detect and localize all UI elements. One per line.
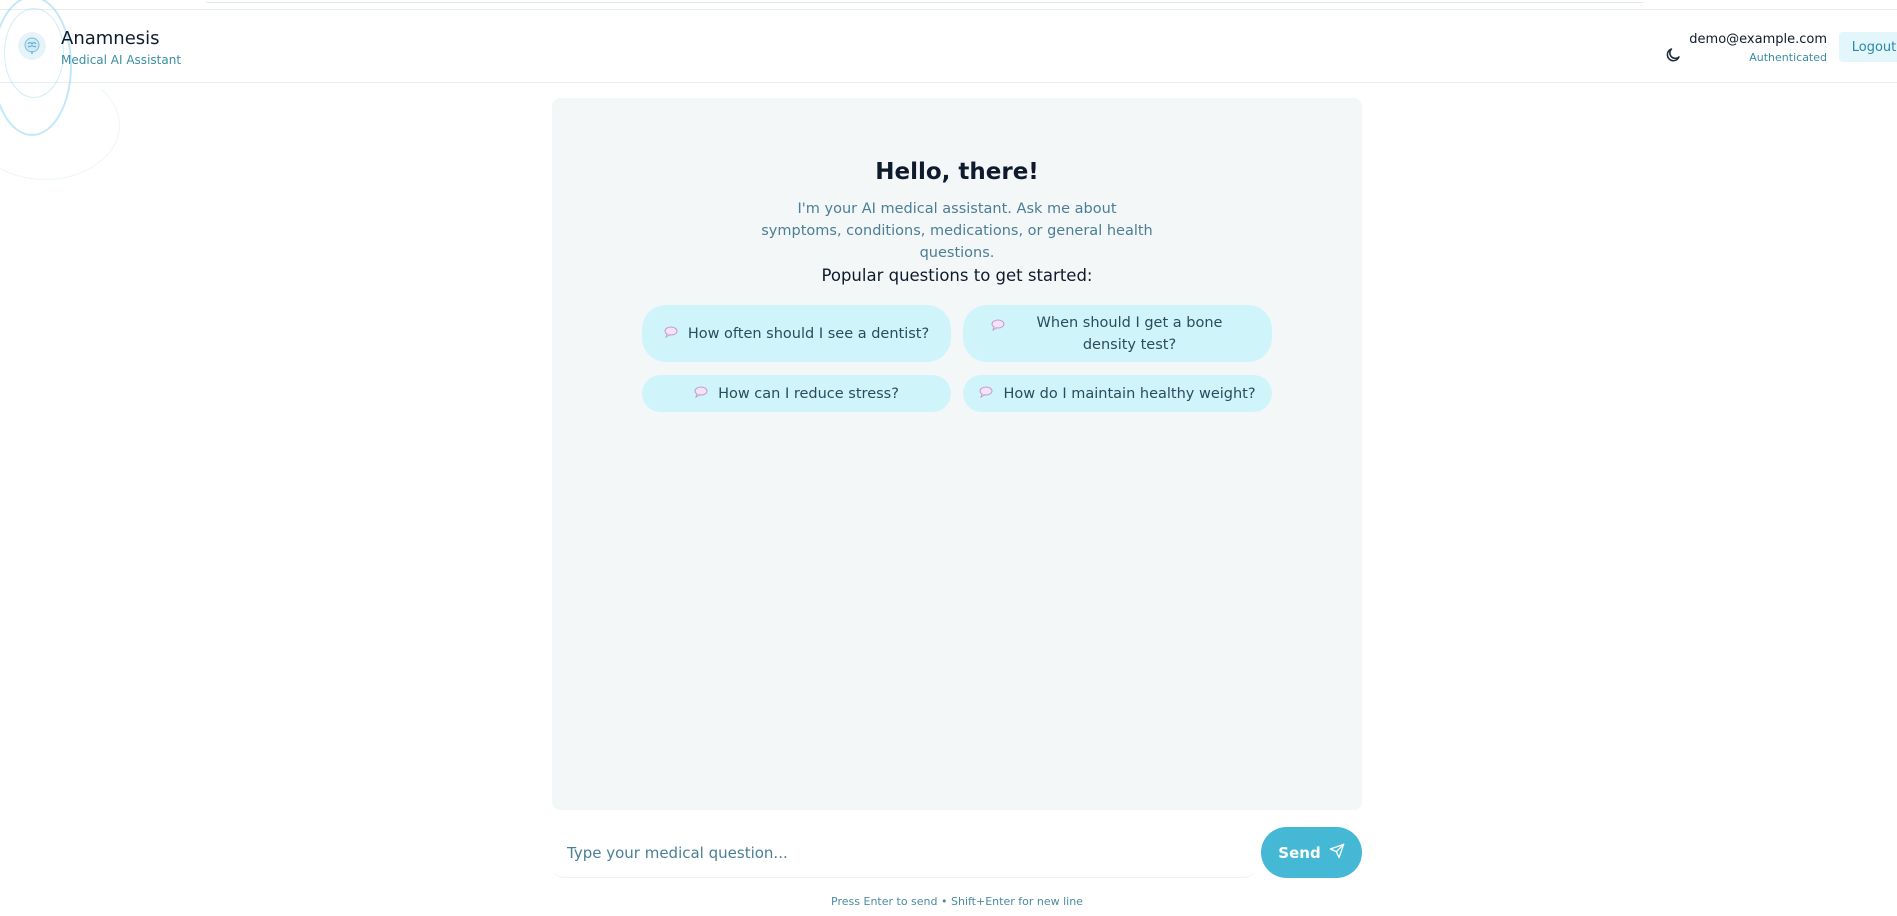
suggestion-chip[interactable]: When should I get a bone density test? [963, 305, 1272, 362]
suggestion-label: When should I get a bone density test? [1036, 314, 1223, 353]
welcome-intro: I'm your AI medical assistant. Ask me ab… [761, 201, 1153, 261]
welcome-greeting: Hello, there! [875, 159, 1039, 185]
send-icon [1329, 843, 1345, 863]
brand-decoration [0, 70, 120, 180]
message-input[interactable] [552, 828, 1256, 878]
suggestion-label: How do I maintain healthy weight? [1003, 385, 1256, 402]
send-label: Send [1278, 843, 1321, 862]
popular-questions-title: Popular questions to get started: [821, 266, 1093, 285]
speech-bubble-icon [991, 316, 1005, 338]
suggestion-chip[interactable]: How do I maintain healthy weight? [963, 375, 1272, 412]
top-strip-edge [205, 0, 1645, 3]
brain-icon [18, 32, 46, 60]
message-composer [552, 828, 1256, 878]
chat-panel: Hello, there! I'm your AI medical assist… [552, 98, 1362, 810]
suggestion-chip[interactable]: How often should I see a dentist? [642, 305, 951, 362]
app-header: Anamnesis Medical AI Assistant demo@exam… [0, 0, 1897, 180]
app-name: Anamnesis [61, 28, 160, 49]
suggestion-label: How can I reduce stress? [718, 385, 899, 402]
send-button[interactable]: Send [1261, 827, 1362, 878]
app-subtitle: Medical AI Assistant [61, 53, 182, 67]
speech-bubble-icon [979, 383, 993, 405]
auth-status: Authenticated [1749, 51, 1827, 64]
suggestion-label: How often should I see a dentist? [687, 325, 930, 342]
moon-icon[interactable] [1662, 44, 1684, 66]
speech-bubble-icon [664, 323, 678, 345]
logout-button[interactable]: Logout [1839, 32, 1897, 62]
composer-hint: Press Enter to send • Shift+Enter for ne… [831, 895, 1083, 908]
user-email: demo@example.com [1689, 32, 1827, 47]
speech-bubble-icon [694, 383, 708, 405]
suggestion-chip[interactable]: How can I reduce stress? [642, 375, 951, 412]
browser-top-strip [0, 0, 1897, 10]
